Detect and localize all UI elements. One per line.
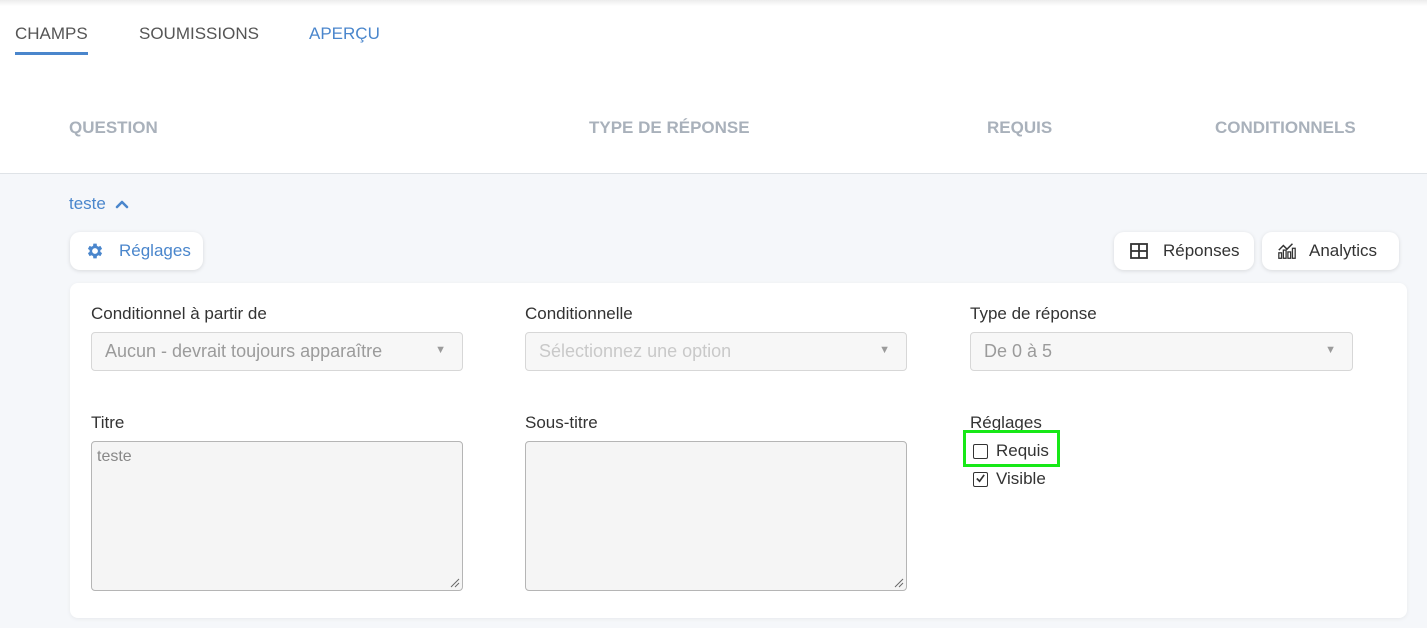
conditional-from-label: Conditionnel à partir de — [91, 304, 267, 323]
column-headers: QUESTION TYPE DE RÉPONSE REQUIS CONDITIO… — [0, 118, 1427, 142]
top-shadow — [0, 0, 1427, 6]
caret-down-icon: ▼ — [879, 344, 890, 356]
tab-champs[interactable]: CHAMPS — [15, 24, 88, 55]
chevron-up-icon — [115, 200, 129, 209]
table-icon — [1130, 243, 1148, 259]
title-textarea[interactable]: teste — [91, 441, 463, 591]
tab-apercu[interactable]: APERÇU — [309, 24, 380, 44]
answer-type-select[interactable]: De 0 à 5 ▼ — [970, 332, 1353, 371]
settings-button-label: Réglages — [119, 241, 191, 260]
responses-button[interactable]: Réponses — [1114, 232, 1254, 270]
tab-soumissions[interactable]: SOUMISSIONS — [139, 24, 259, 44]
gear-icon — [87, 243, 103, 259]
caret-down-icon: ▼ — [435, 344, 446, 356]
subtitle-textarea[interactable] — [525, 441, 907, 591]
answer-type-value: De 0 à 5 — [984, 341, 1053, 361]
title-value: teste — [97, 448, 132, 465]
analytics-chart-icon — [1278, 243, 1296, 259]
question-title: teste — [69, 194, 106, 213]
resize-grip-icon[interactable] — [893, 577, 904, 588]
column-conditional: CONDITIONNELS — [1215, 118, 1356, 137]
visible-checkbox-label: Visible — [996, 469, 1046, 488]
column-required: REQUIS — [987, 118, 1053, 137]
caret-down-icon: ▼ — [1325, 344, 1336, 356]
title-label: Titre — [91, 413, 125, 432]
visible-checkbox-row[interactable]: Visible — [973, 469, 1046, 489]
settings-button[interactable]: Réglages — [70, 232, 203, 270]
resize-grip-icon[interactable] — [449, 577, 460, 588]
checkmark-icon — [976, 473, 985, 483]
highlight-box — [963, 430, 1060, 467]
column-answer-type: TYPE DE RÉPONSE — [589, 118, 750, 137]
question-title-toggle[interactable]: teste — [69, 194, 130, 214]
analytics-button-label: Analytics — [1309, 241, 1378, 260]
subtitle-label: Sous-titre — [525, 413, 598, 432]
analytics-button[interactable]: Analytics — [1262, 232, 1399, 270]
column-question: QUESTION — [69, 118, 158, 137]
answer-type-label: Type de réponse — [970, 304, 1097, 323]
conditional-from-value: Aucun - devrait toujours apparaître — [105, 341, 383, 361]
responses-button-label: Réponses — [1163, 241, 1240, 260]
conditional-from-select[interactable]: Aucun - devrait toujours apparaître ▼ — [91, 332, 463, 371]
conditional-label: Conditionnelle — [525, 304, 633, 323]
conditional-select[interactable]: Sélectionnez une option ▼ — [525, 332, 907, 371]
conditional-placeholder: Sélectionnez une option — [539, 341, 732, 361]
visible-checkbox[interactable] — [973, 471, 988, 487]
